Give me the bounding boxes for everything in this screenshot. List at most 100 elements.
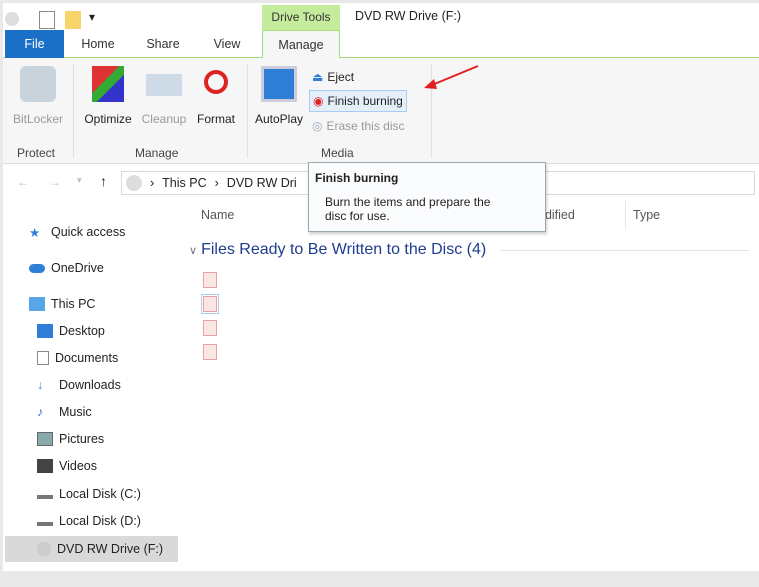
tooltip-body-line1: Burn the items and prepare the: [325, 195, 491, 209]
nav-label: Quick access: [51, 225, 126, 239]
nav-this-pc[interactable]: This PC: [29, 291, 204, 317]
file-item[interactable]: [203, 320, 217, 336]
erase-disc-button[interactable]: ◎ Erase this disc: [309, 115, 408, 137]
window-title: DVD RW Drive (F:): [355, 9, 462, 23]
cleanup-button[interactable]: Cleanup: [137, 66, 191, 126]
ribbon: BitLocker Protect Optimize Cleanup Forma…: [3, 58, 759, 164]
erase-disc-label: Erase this disc: [326, 119, 405, 133]
nav-label: Music: [59, 405, 92, 419]
crumb-this-pc[interactable]: This PC: [162, 176, 206, 190]
nav-local-disk-d[interactable]: Local Disk (D:): [37, 508, 212, 534]
drive-icon: [37, 489, 53, 499]
customize-qat-icon[interactable]: ▾: [89, 10, 95, 24]
nav-label: Videos: [59, 459, 97, 473]
cloud-icon: [29, 263, 45, 273]
group-media-label: Media: [321, 146, 354, 160]
finish-burning-button[interactable]: ◉ Finish burning: [309, 90, 407, 112]
forward-button[interactable]: →: [49, 175, 61, 189]
crumb-dvd-drive[interactable]: DVD RW Dri: [227, 176, 297, 190]
eject-label: Eject: [327, 70, 355, 84]
documents-icon: [37, 351, 49, 365]
pictures-icon: [37, 432, 53, 446]
nav-label: This PC: [51, 297, 96, 311]
nav-videos[interactable]: Videos: [37, 453, 212, 479]
nav-quick-access[interactable]: ★ Quick access: [29, 219, 204, 245]
nav-onedrive[interactable]: OneDrive: [29, 255, 204, 281]
file-item[interactable]: [203, 272, 217, 288]
tooltip-title: Finish burning: [315, 171, 399, 185]
nav-label: Documents: [55, 351, 119, 365]
cleanup-icon: [146, 74, 182, 96]
erase-disc-icon: ◎: [312, 119, 323, 133]
star-icon: ★: [29, 226, 41, 240]
nav-documents[interactable]: Documents: [37, 345, 212, 371]
tab-view[interactable]: View: [203, 30, 251, 58]
bitlocker-button[interactable]: BitLocker: [7, 66, 69, 126]
drive-icon: [37, 516, 53, 526]
finish-burning-label: Finish burning: [327, 94, 403, 108]
computer-icon: [29, 297, 45, 311]
disc-icon: [37, 542, 51, 556]
group-protect-label: Protect: [17, 146, 56, 160]
autoplay-icon: [261, 66, 297, 102]
format-icon: [204, 70, 228, 94]
chevron-icon: ›: [214, 176, 219, 190]
autoplay-button[interactable]: AutoPlay: [252, 66, 306, 126]
bitlocker-label: BitLocker: [12, 112, 64, 126]
nav-desktop[interactable]: Desktop: [37, 318, 212, 344]
finish-burning-icon: ◉: [313, 94, 324, 108]
bitlocker-icon: [20, 66, 56, 102]
nav-label: DVD RW Drive (F:): [57, 542, 164, 556]
column-name[interactable]: Name: [201, 208, 234, 222]
nav-dvd-rw-drive[interactable]: DVD RW Drive (F:): [5, 536, 178, 562]
optimize-label: Optimize: [84, 112, 132, 126]
disc-icon: [126, 175, 142, 191]
file-item[interactable]: [203, 344, 217, 360]
nav-label: Desktop: [59, 324, 105, 338]
group-header[interactable]: ∨ Files Ready to Be Written to the Disc …: [189, 241, 749, 259]
nav-label: OneDrive: [51, 261, 104, 275]
nav-local-disk-c[interactable]: Local Disk (C:): [37, 481, 212, 507]
eject-icon: ⏏: [312, 70, 324, 84]
videos-icon: [37, 459, 53, 473]
properties-icon[interactable]: [39, 11, 55, 29]
annotation-arrow: [424, 65, 479, 89]
disc-icon[interactable]: [5, 12, 19, 26]
download-icon: ↓: [37, 378, 44, 392]
ribbon-tabs: File Home Share View Manage: [3, 30, 759, 59]
group-header-label: Files Ready to Be Written to the Disc (4…: [201, 241, 487, 258]
format-label: Format: [196, 112, 235, 126]
drive-tools-context: Drive Tools: [262, 5, 340, 31]
column-type[interactable]: Type: [633, 208, 660, 222]
explorer-window: ▾ Drive Tools DVD RW Drive (F:) File Hom…: [3, 3, 759, 571]
tab-manage[interactable]: Manage: [262, 30, 340, 59]
nav-pictures[interactable]: Pictures: [37, 426, 212, 452]
autoplay-label: AutoPlay: [254, 112, 304, 126]
nav-music[interactable]: ♪ Music: [37, 399, 212, 425]
chevron-down-icon: ∨: [189, 244, 198, 257]
navigation-pane: ★ Quick access OneDrive This PC Desktop D…: [3, 203, 181, 571]
up-button[interactable]: ↑: [100, 173, 107, 189]
tab-file[interactable]: File: [5, 30, 64, 58]
music-icon: ♪: [37, 405, 44, 419]
desktop-icon: [37, 324, 53, 338]
nav-label: Pictures: [59, 432, 105, 446]
tab-share[interactable]: Share: [138, 30, 188, 58]
group-manage-label: Manage: [135, 146, 179, 160]
eject-button[interactable]: ⏏ Eject: [309, 66, 357, 88]
optimize-icon: [92, 66, 124, 102]
chevron-icon: ›: [150, 176, 155, 190]
tab-home[interactable]: Home: [73, 30, 123, 58]
nav-downloads[interactable]: ↓ Downloads: [37, 372, 212, 398]
optimize-button[interactable]: Optimize: [81, 66, 135, 126]
format-button[interactable]: Format: [193, 66, 239, 126]
file-item[interactable]: [201, 294, 219, 314]
nav-label: Local Disk (D:): [59, 514, 141, 528]
back-button[interactable]: ←: [17, 175, 29, 189]
recent-dropdown[interactable]: ▾: [77, 175, 82, 186]
nav-label: Downloads: [59, 378, 121, 392]
cleanup-label: Cleanup: [141, 112, 187, 126]
tooltip-body-line2: disc for use.: [325, 209, 390, 223]
new-folder-icon[interactable]: [65, 11, 81, 29]
nav-label: Local Disk (C:): [59, 487, 141, 501]
